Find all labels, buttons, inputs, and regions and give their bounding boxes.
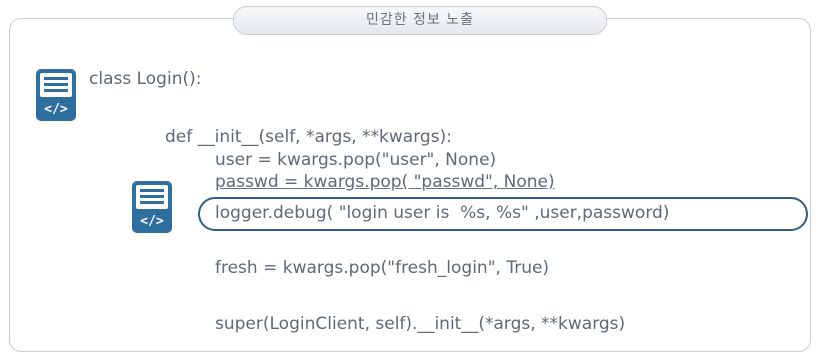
code-line-user: user = kwargs.pop("user", None) [215,150,497,170]
panel-title: 민감한 정보 노출 [233,6,607,35]
code-line-passwd: passwd = kwargs.pop( "passwd", None) [215,172,555,192]
code-document-icon: </> [36,69,76,121]
code-line-def: def __init__(self, *args, **kwargs): [165,127,452,147]
code-glyph: </> [140,214,164,229]
code-line-class: class Login(): [89,69,202,89]
code-line-fresh: fresh = kwargs.pop("fresh_login", True) [215,258,550,278]
code-line-super: super(LoginClient, self).__init__(*args,… [215,314,626,334]
code-glyph: </> [44,102,68,117]
code-document-icon: </> [132,181,172,233]
code-line-logger: logger.debug( "login user is %s, %s" ,us… [215,203,670,223]
